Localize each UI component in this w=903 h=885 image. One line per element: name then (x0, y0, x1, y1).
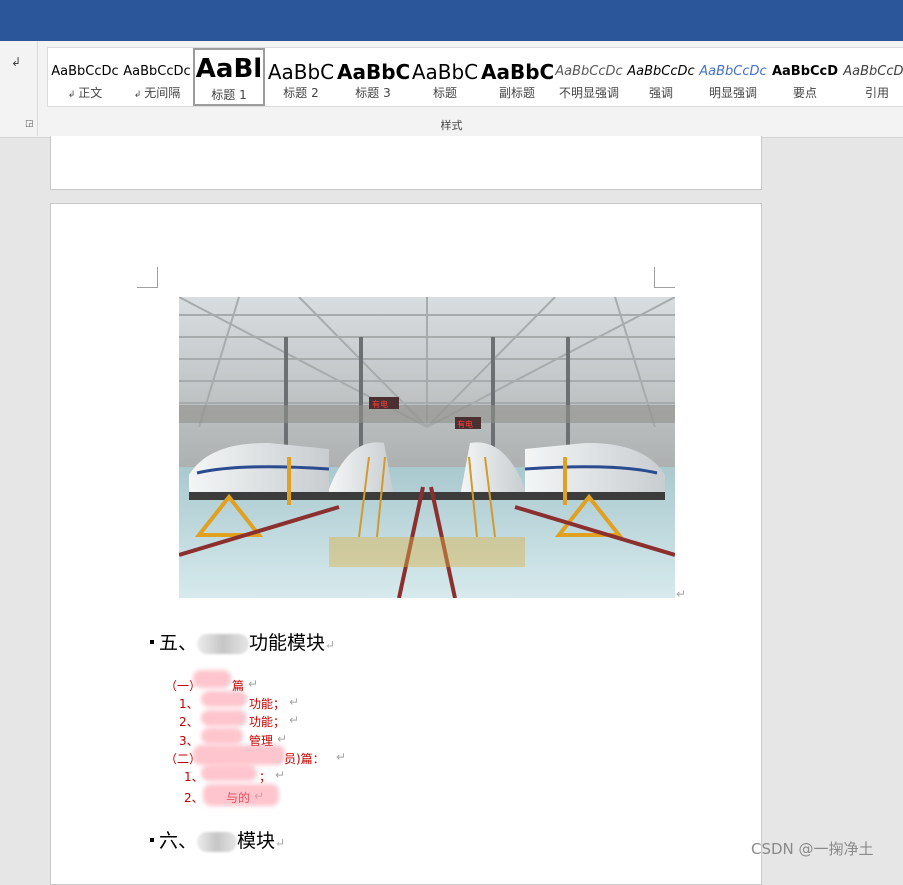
list-item-tail: 员)篇： (284, 752, 325, 766)
style-item[interactable]: AaBbC 标题 2 (265, 48, 337, 106)
ribbon: ↲ ◲ AaBbCcDc ↲ 正文 AaBbCcDc ↲ 无间隔 AaBl 标题 1 AaBbC… (0, 41, 903, 138)
style-item[interactable]: AaBbCcDc 强调 (625, 48, 697, 106)
redacted-blur (197, 832, 238, 852)
style-preview: AaBbCcDc (555, 64, 623, 79)
style-item[interactable]: AaBbC 标题 (409, 48, 481, 106)
style-name-text: 副标题 (498, 86, 535, 100)
redacted-blur (201, 710, 247, 726)
style-preview: AaBbCcDc (843, 64, 903, 79)
styles-group-label: 样式 (440, 119, 463, 132)
return-mark: ↵ (248, 677, 259, 691)
inline-photo[interactable]: 有电 有电 (179, 297, 675, 598)
style-preview: AaBbCcDc (699, 64, 767, 79)
style-name-text: 明显强调 (708, 86, 757, 100)
style-preview: AaBbC (411, 60, 479, 84)
style-item[interactable]: AaBbCcDc 不明显强调 (553, 48, 625, 106)
paragraph-mark-icon: ↲ (67, 90, 76, 100)
style-preview: AaBbCcDc (123, 64, 191, 79)
previous-page (50, 136, 762, 190)
style-name: ↲ 无间隔 (121, 84, 193, 101)
margin-corner-top-left (137, 267, 158, 288)
style-preview: AaBbCcDc (627, 64, 695, 79)
heading-5-prefix: 五、 (159, 632, 198, 654)
style-item[interactable]: AaBbC 标题 3 (337, 48, 409, 106)
return-mark: ↵ (277, 732, 288, 746)
redacted-blur (201, 691, 247, 707)
style-preview: AaBl (195, 54, 263, 84)
redacted-blur (193, 670, 231, 688)
style-name: 不明显强调 (553, 84, 625, 101)
style-name: 要点 (769, 84, 841, 101)
style-name-text: 无间隔 (144, 86, 181, 100)
style-name: 强调 (625, 84, 697, 101)
style-name-text: 标题 3 (355, 86, 391, 100)
redacted-blur (201, 728, 243, 744)
paragraph-mark-icon: ↲ (133, 90, 142, 100)
style-name-text: 强调 (648, 86, 673, 100)
paragraph-mark-icon[interactable]: ↲ (11, 55, 21, 69)
style-preview: AaBbC (337, 60, 409, 84)
return-mark: ↵ (289, 695, 300, 709)
style-item[interactable]: AaBbCcD 要点 (769, 48, 841, 106)
heading-6-suffix: 模块 (237, 830, 276, 852)
style-preview: AaBbCcDc (51, 64, 119, 79)
style-preview: AaBbC (267, 60, 335, 84)
style-name-text: 不明显强调 (558, 86, 619, 100)
style-name: 标题 3 (337, 84, 409, 101)
style-item[interactable]: AaBbCcDc ↲ 无间隔 (121, 48, 193, 106)
heading-6-prefix: 六、 (159, 830, 198, 852)
return-mark: ↵ (336, 750, 347, 764)
style-name: 副标题 (481, 84, 553, 101)
csdn-watermark: CSDN @一掬净土 (751, 840, 874, 858)
style-name-text: 引用 (864, 86, 889, 100)
redacted-blur (201, 765, 257, 781)
style-name: 标题 2 (265, 84, 337, 101)
list-item-tail: ； (259, 770, 272, 784)
document-page[interactable]: 有电 有电 ↵ 五、 功能模块↵ （一） 篇 ↵ 1、 功能； ↵ 2、 功能；… (50, 203, 762, 885)
style-item[interactable]: AaBbCcDc 引用 (841, 48, 903, 106)
style-item[interactable]: AaBbCcDc ↲ 正文 (49, 48, 121, 106)
style-name: ↲ 正文 (49, 84, 121, 101)
heading-bullet (150, 640, 154, 644)
style-name-text: 要点 (792, 86, 817, 100)
style-name: 标题 1 (195, 86, 263, 103)
heading-5-suffix: 功能模块 (249, 632, 326, 654)
redacted-blur (203, 784, 279, 806)
list-item-tail: 功能； (249, 697, 286, 711)
styles-gallery: AaBbCcDc ↲ 正文 AaBbCcDc ↲ 无间隔 AaBl 标题 1 AaBbC 标题 2… (47, 47, 903, 107)
return-mark: ↵ (289, 713, 300, 727)
redacted-blur (193, 745, 285, 765)
heading-section-5[interactable]: 五、 功能模块↵ (150, 628, 335, 655)
style-name-text: 标题 (432, 86, 457, 100)
return-mark: ↵ (325, 638, 336, 652)
style-item[interactable]: AaBbCcDc 明显强调 (697, 48, 769, 106)
style-name-text: 标题 1 (211, 88, 247, 102)
style-name-text: 标题 2 (283, 86, 319, 100)
style-name: 引用 (841, 84, 903, 101)
return-mark: ↵ (275, 836, 286, 850)
return-mark: ↵ (275, 768, 286, 782)
list-item[interactable]: 2、 (179, 713, 199, 730)
list-item-tail: 功能； (249, 715, 286, 729)
style-name: 标题 (409, 84, 481, 101)
title-bar (0, 0, 903, 41)
sign-left: 有电 (372, 399, 388, 409)
heading-bullet (150, 838, 154, 842)
style-preview: AaBbCcD (771, 64, 839, 79)
style-name-text: 正文 (78, 86, 103, 100)
heading-section-6[interactable]: 六、 模块↵ (150, 826, 285, 853)
return-mark-image: ↵ (676, 587, 687, 601)
style-item[interactable]: AaBl 标题 1 (193, 48, 265, 106)
style-preview: AaBbC (481, 60, 553, 84)
list-item[interactable]: 1、 (179, 695, 199, 712)
margin-corner-top-right (654, 267, 675, 288)
list-item[interactable]: 2、 (184, 789, 204, 806)
style-item[interactable]: AaBbC 副标题 (481, 48, 553, 106)
style-name: 明显强调 (697, 84, 769, 101)
sign-right: 有电 (457, 419, 473, 429)
redacted-blur (197, 634, 250, 654)
